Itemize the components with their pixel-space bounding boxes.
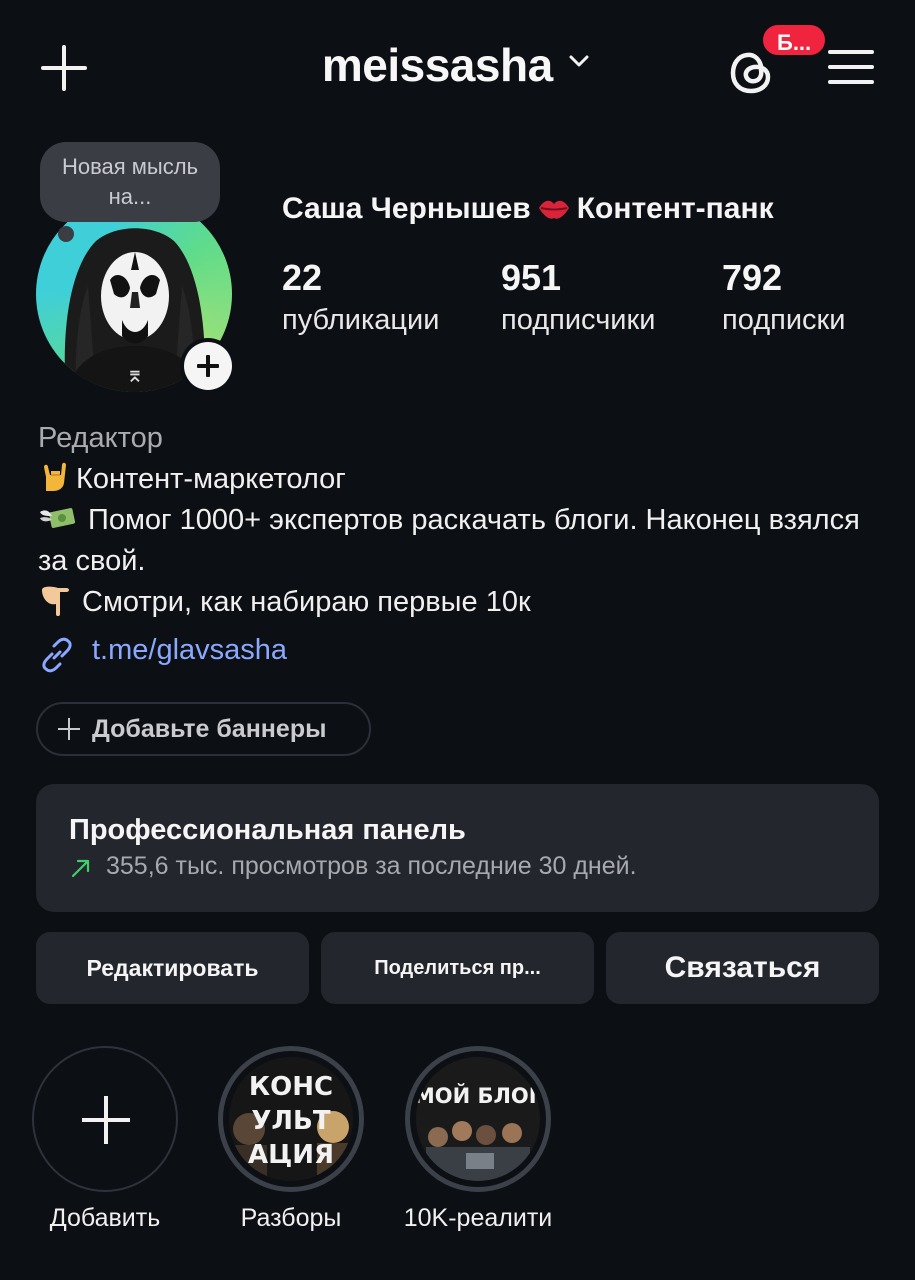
highlight-10k[interactable]: МОЙ БЛОГ 10K-реалити <box>404 1046 552 1232</box>
note-bubble[interactable]: Новая мысль на... <box>40 142 220 222</box>
highlight-razbory[interactable]: КОНС УЛЬТ АЦИЯ Разборы <box>218 1046 364 1232</box>
highlight-cover-text: КОНС <box>249 1072 333 1102</box>
stat-following[interactable]: 792 подписки <box>722 256 845 340</box>
professional-dashboard-title: Профессиональная панель <box>69 814 466 846</box>
profile-name: Саша Чернышев Контент-панк <box>282 192 774 226</box>
highlight-cover: КОНС УЛЬТ АЦИЯ <box>229 1057 353 1181</box>
threads-notification-badge[interactable]: Б... <box>760 22 829 58</box>
trend-up-arrow-icon <box>71 859 90 878</box>
professional-dashboard[interactable]: Профессиональная панель 355,6 тыс. просм… <box>36 784 879 912</box>
bio-link-text[interactable]: t.me/glavsasha <box>92 634 287 667</box>
plus-icon <box>32 1046 178 1192</box>
chevron-down-icon[interactable] <box>565 47 593 75</box>
share-profile-button[interactable]: Поделиться пр... <box>321 932 594 1004</box>
bio-line-1: Контент-маркетолог <box>38 459 888 500</box>
highlight-add[interactable]: Добавить <box>32 1046 178 1232</box>
edit-profile-button[interactable]: Редактировать <box>36 932 309 1004</box>
pointing-down-icon <box>42 586 69 616</box>
menu-icon[interactable] <box>826 46 876 88</box>
stat-following-value: 792 <box>722 257 783 298</box>
highlight-cover-text: МОЙ БЛОГ <box>416 1083 540 1108</box>
plus-icon <box>58 718 80 740</box>
contact-button[interactable]: Связаться <box>606 932 879 1004</box>
stat-posts-label: публикации <box>282 304 440 336</box>
stat-following-label: подписки <box>722 304 846 336</box>
add-banners-label: Добавьте баннеры <box>92 715 327 743</box>
top-bar: meissasha Б... <box>0 0 915 140</box>
highlight-label: 10K-реалити <box>403 1204 553 1232</box>
highlight-cover: МОЙ БЛОГ <box>416 1057 540 1181</box>
kiss-lips-icon <box>538 200 569 219</box>
svg-text:⌆: ⌆ <box>126 363 144 388</box>
bio-line-2: Помог 1000+ экспертов раскачать блоги. Н… <box>38 504 860 577</box>
plus-icon <box>184 342 232 390</box>
stat-followers-value: 951 <box>501 257 562 298</box>
stat-posts[interactable]: 22 публикации <box>282 256 439 340</box>
professional-dashboard-stats: 355,6 тыс. просмотров за последние 30 дн… <box>106 852 637 880</box>
add-story-button[interactable] <box>180 338 236 394</box>
bio: Редактор Контент-маркетолог Помог 1000+ … <box>38 418 888 623</box>
link-icon <box>42 637 72 673</box>
highlight-cover-text: АЦИЯ <box>248 1140 334 1170</box>
category-suffix: Контент-панк <box>576 192 774 225</box>
stat-posts-value: 22 <box>282 257 323 298</box>
full-name: Саша Чернышев <box>282 192 531 225</box>
money-wings-icon <box>40 508 76 528</box>
username[interactable]: meissasha <box>322 38 553 92</box>
highlight-cover-text: УЛЬТ <box>251 1106 330 1136</box>
stat-followers[interactable]: 951 подписчики <box>501 256 655 340</box>
stat-followers-label: подписчики <box>501 304 656 336</box>
add-banners-button[interactable]: Добавьте баннеры <box>36 702 371 756</box>
bio-line-3: Смотри, как набираю первые 10к <box>38 582 888 623</box>
bio-category: Редактор <box>38 422 163 454</box>
note-bubble-tail <box>58 226 74 242</box>
rock-hand-icon <box>44 462 66 491</box>
